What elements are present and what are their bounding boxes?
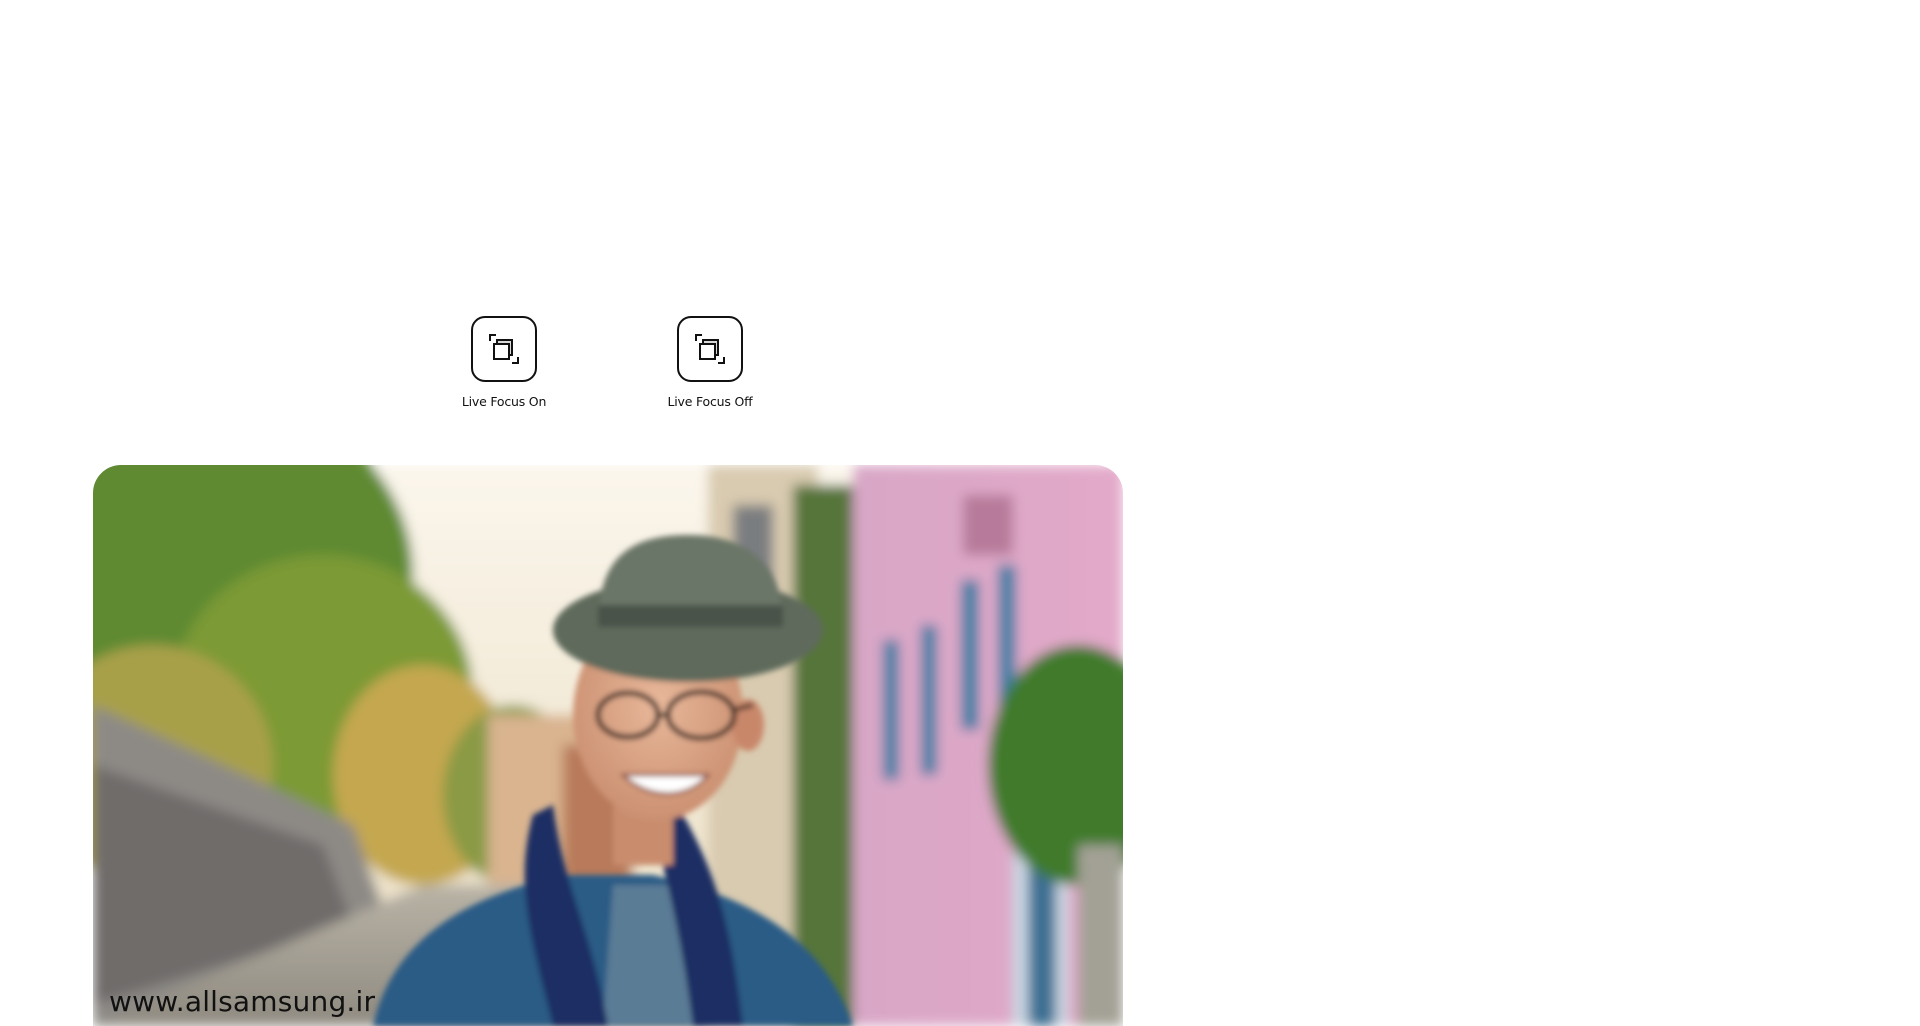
street-portrait-image bbox=[93, 465, 1123, 1026]
watermark-text: www.allsamsung.ir bbox=[109, 985, 376, 1018]
live-focus-off-toggle[interactable]: Live Focus Off bbox=[640, 316, 780, 409]
live-focus-icon[interactable] bbox=[471, 316, 537, 382]
live-focus-icon[interactable] bbox=[677, 316, 743, 382]
live-focus-off-label: Live Focus Off bbox=[667, 394, 753, 409]
sample-photo: www.allsamsung.ir bbox=[93, 465, 1123, 1026]
live-focus-on-toggle[interactable]: Live Focus On bbox=[434, 316, 574, 409]
live-focus-on-label: Live Focus On bbox=[461, 394, 547, 409]
